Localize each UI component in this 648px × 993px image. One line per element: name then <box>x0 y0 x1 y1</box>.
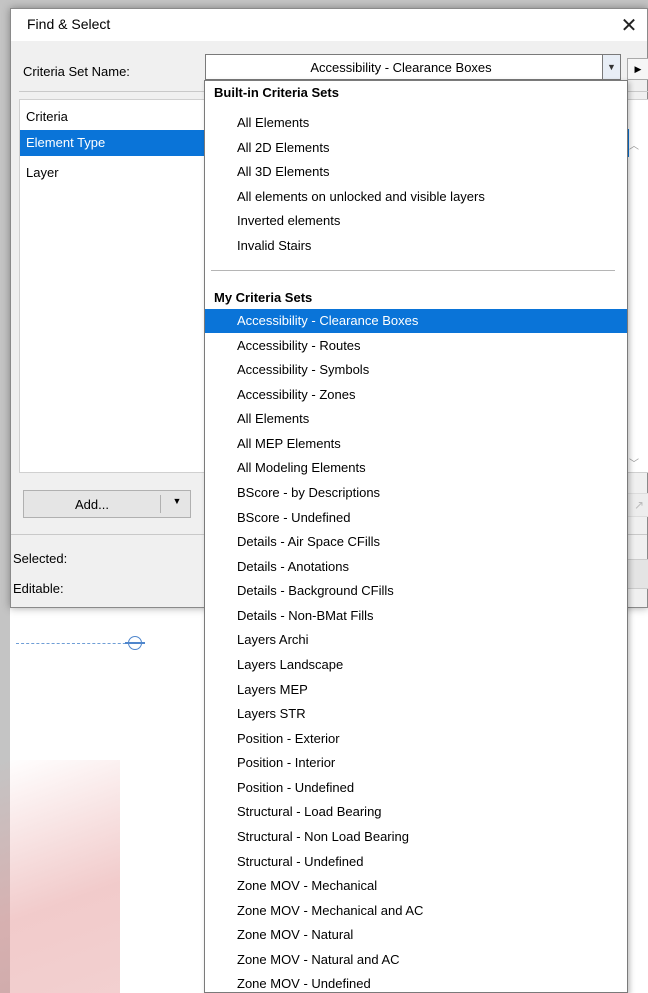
criteria-set-combobox[interactable]: Accessibility - Clearance Boxes ▼ <box>205 54 621 80</box>
my-set-item[interactable]: Layers Archi <box>205 628 627 652</box>
my-set-item[interactable]: Details - Non-BMat Fills <box>205 604 627 628</box>
play-button[interactable]: ▶ <box>627 58 648 80</box>
my-set-item[interactable]: Details - Air Space CFills <box>205 530 627 554</box>
my-set-item[interactable]: Layers Landscape <box>205 653 627 677</box>
selected-label: Selected: <box>13 551 68 566</box>
my-set-item[interactable]: Accessibility - Symbols <box>205 358 627 382</box>
triangle-down-icon[interactable]: ▼ <box>164 496 190 506</box>
scroll-down-icon[interactable]: ﹀ <box>629 455 639 470</box>
builtin-set-item[interactable]: Inverted elements <box>205 209 627 233</box>
builtin-set-item[interactable]: All 2D Elements <box>205 136 627 160</box>
criteria-set-label: Criteria Set Name: <box>23 64 130 79</box>
my-set-item[interactable]: Structural - Undefined <box>205 850 627 874</box>
add-button-divider <box>160 495 161 513</box>
criteria-set-value: Accessibility - Clearance Boxes <box>310 60 492 75</box>
my-set-item[interactable]: BScore - by Descriptions <box>205 481 627 505</box>
dialog-titlebar: Find & Select ✕ <box>11 9 647 41</box>
my-set-item[interactable]: Position - Exterior <box>205 727 627 751</box>
criteria-item-criteria[interactable]: Criteria <box>20 104 206 130</box>
criteria-item-layer[interactable]: Layer <box>20 160 206 186</box>
my-set-item[interactable]: Layers STR <box>205 702 627 726</box>
wire-node-icon <box>125 636 145 650</box>
my-set-item[interactable]: Zone MOV - Natural <box>205 923 627 947</box>
my-set-item[interactable]: Structural - Load Bearing <box>205 800 627 824</box>
my-set-item[interactable]: Position - Undefined <box>205 776 627 800</box>
my-set-item[interactable]: Accessibility - Clearance Boxes <box>205 309 627 333</box>
add-button[interactable]: Add... ▼ <box>23 490 191 518</box>
add-button-label: Add... <box>75 497 109 512</box>
my-set-item[interactable]: Position - Interior <box>205 751 627 775</box>
close-button[interactable]: ✕ <box>611 9 647 41</box>
builtin-set-item[interactable]: All Elements <box>205 111 627 135</box>
my-set-item[interactable]: Layers MEP <box>205 678 627 702</box>
my-set-item[interactable]: All Modeling Elements <box>205 456 627 480</box>
my-set-item[interactable]: Structural - Non Load Bearing <box>205 825 627 849</box>
dashed-wire-line <box>16 643 136 644</box>
dropdown-separator <box>211 270 615 271</box>
my-set-item[interactable]: Zone MOV - Natural and AC <box>205 948 627 972</box>
my-set-item[interactable]: Zone MOV - Mechanical <box>205 874 627 898</box>
chevron-down-icon[interactable]: ▼ <box>602 55 620 79</box>
play-icon: ▶ <box>634 63 642 74</box>
my-set-item[interactable]: Zone MOV - Undefined <box>205 972 627 993</box>
builtin-set-item[interactable]: All elements on unlocked and visible lay… <box>205 185 627 209</box>
builtin-sets-header: Built-in Criteria Sets <box>214 85 339 100</box>
builtin-set-item[interactable]: All 3D Elements <box>205 160 627 184</box>
my-sets-header: My Criteria Sets <box>214 290 313 305</box>
close-icon: ✕ <box>620 14 638 37</box>
builtin-set-item[interactable]: Invalid Stairs <box>205 234 627 258</box>
my-set-item[interactable]: Details - Background CFills <box>205 579 627 603</box>
criteria-item-element-type[interactable]: Element Type <box>20 130 206 156</box>
editable-label: Editable: <box>13 581 64 596</box>
criteria-set-dropdown: Built-in Criteria Sets My Criteria Sets … <box>204 80 628 993</box>
my-set-item[interactable]: All MEP Elements <box>205 432 627 456</box>
dialog-title: Find & Select <box>27 16 111 32</box>
scroll-up-icon[interactable]: ︿ <box>629 137 639 152</box>
my-set-item[interactable]: All Elements <box>205 407 627 431</box>
my-set-item[interactable]: Accessibility - Zones <box>205 383 627 407</box>
my-set-item[interactable]: Details - Anotations <box>205 555 627 579</box>
my-set-item[interactable]: Zone MOV - Mechanical and AC <box>205 899 627 923</box>
my-set-item[interactable]: BScore - Undefined <box>205 506 627 530</box>
my-set-item[interactable]: Accessibility - Routes <box>205 334 627 358</box>
